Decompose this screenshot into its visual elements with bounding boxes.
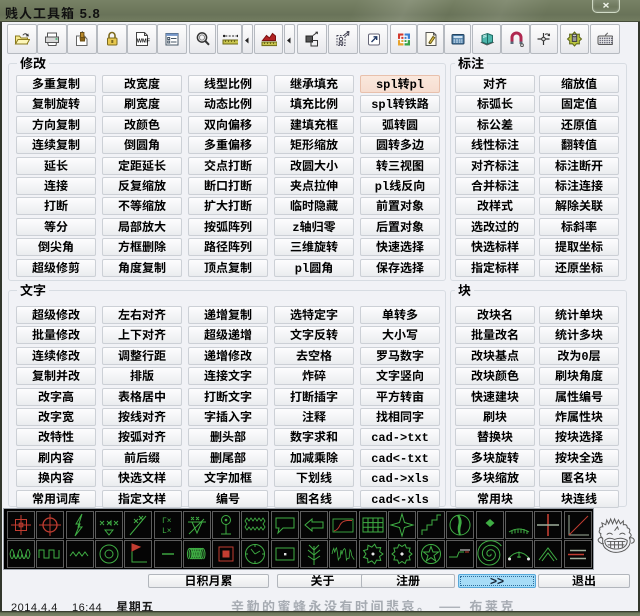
svg-text:L×: L×	[162, 527, 172, 536]
svg-text:WMF: WMF	[137, 39, 150, 45]
svg-text:Γ×: Γ×	[162, 517, 172, 526]
